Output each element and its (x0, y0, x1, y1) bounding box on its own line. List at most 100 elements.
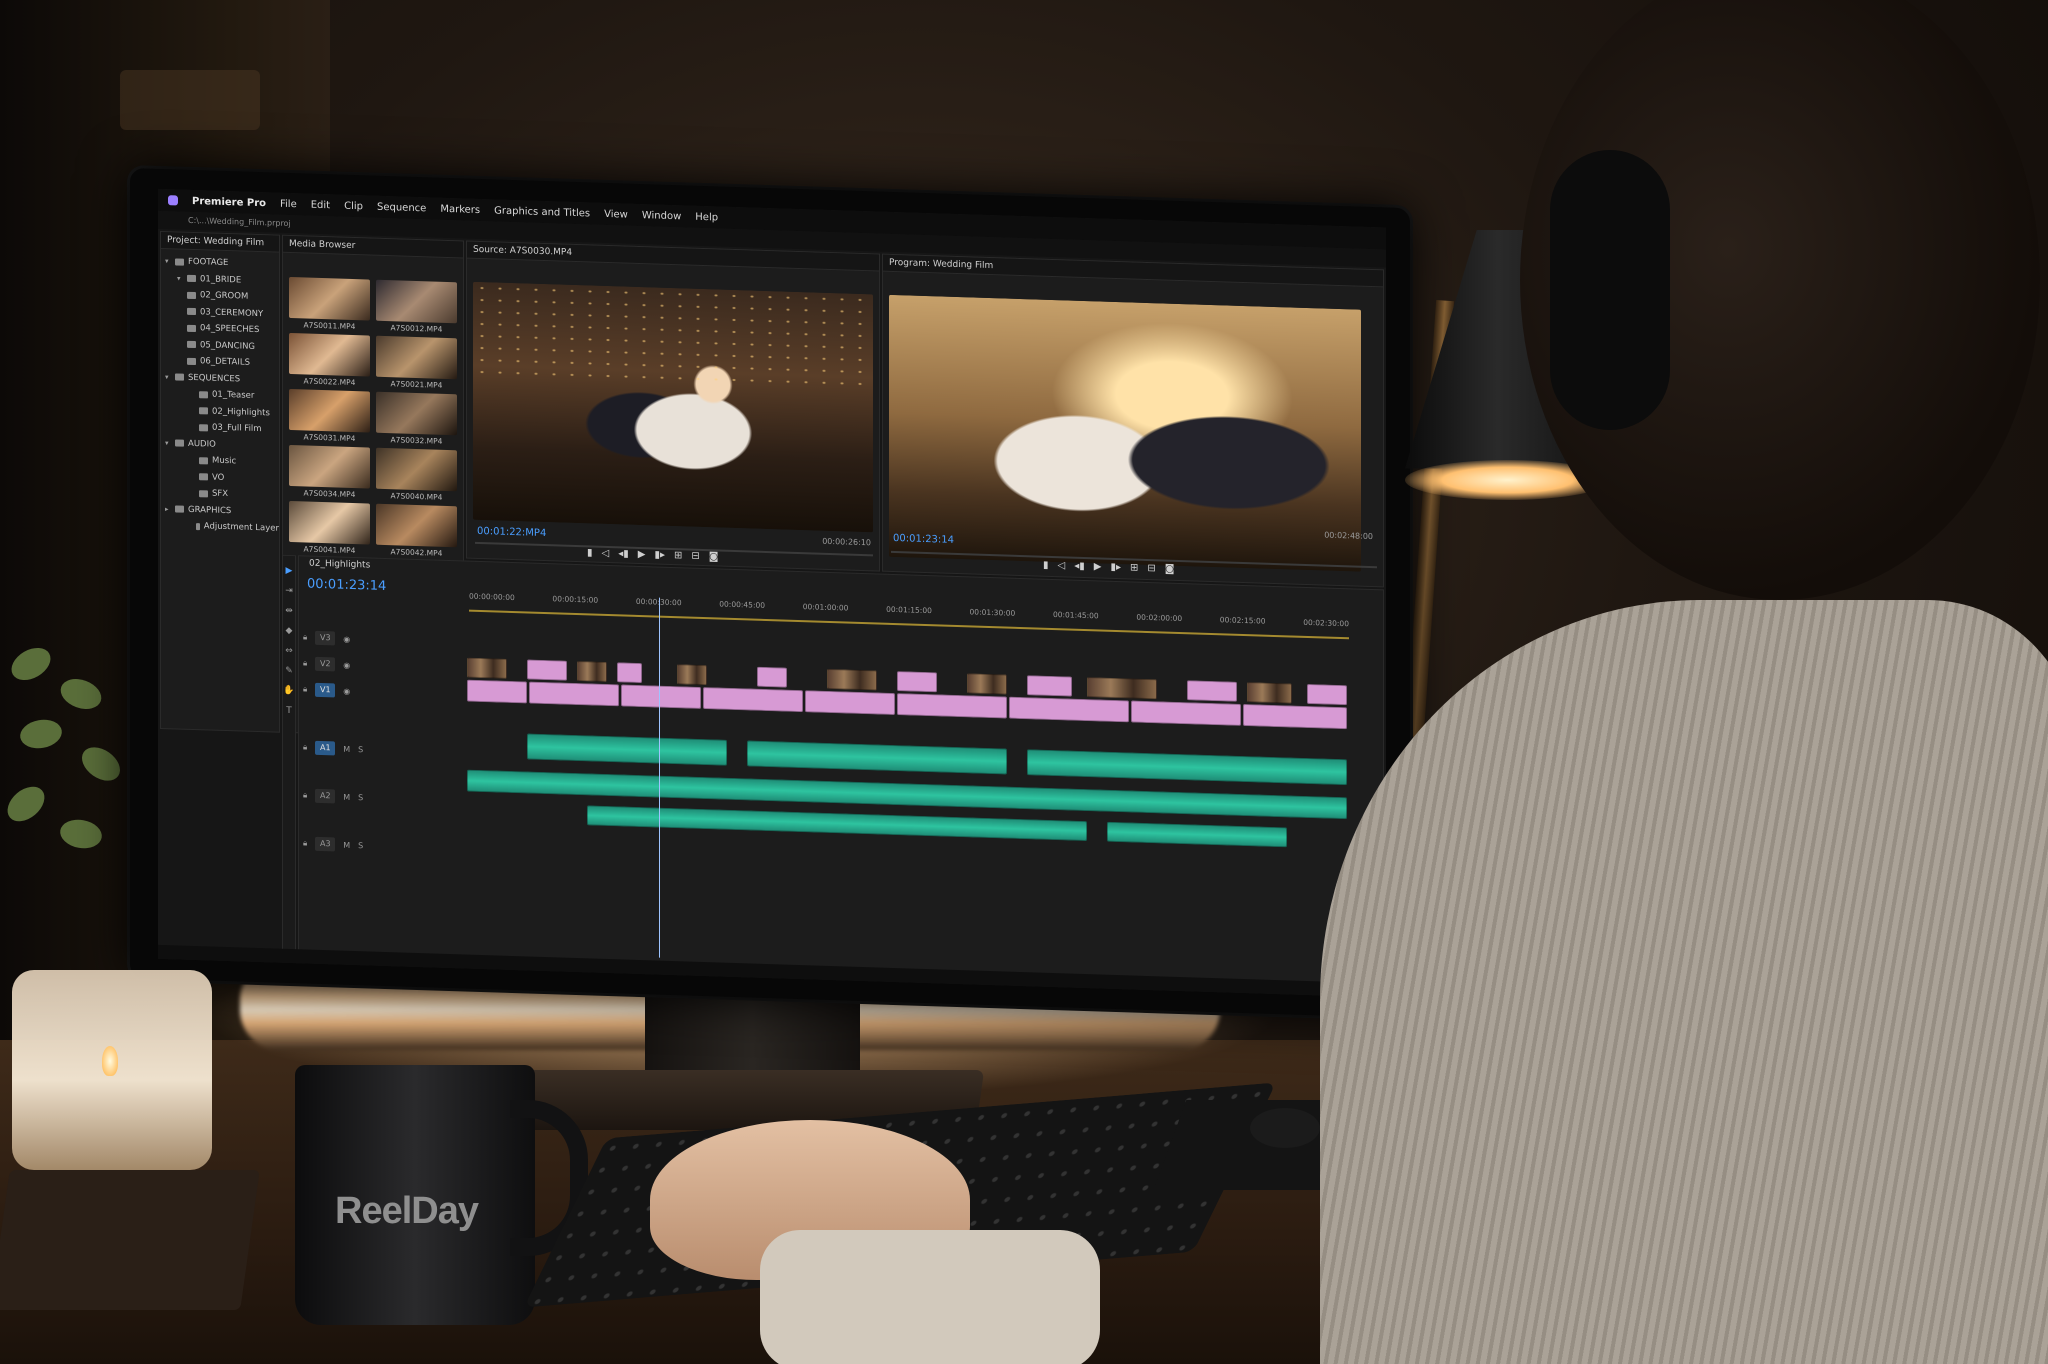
media-thumbnail[interactable]: A7S0011.MP4 (289, 276, 370, 332)
track-header[interactable]: 🔒︎ V3 ◉ (303, 626, 463, 653)
video-clip[interactable] (805, 690, 895, 716)
ripple-edit-tool-icon[interactable]: ⇹ (283, 606, 295, 616)
audio-clip[interactable] (527, 733, 727, 766)
sequence-tab[interactable]: 02_Highlights (309, 559, 370, 571)
type-tool-icon[interactable]: T (283, 706, 295, 716)
lock-icon[interactable]: 🔒︎ (303, 632, 307, 642)
step-back-icon[interactable]: ◂▮ (618, 548, 629, 559)
video-clip[interactable] (467, 657, 507, 679)
video-clip[interactable] (529, 681, 619, 707)
mute-icon[interactable]: M (343, 792, 350, 801)
menu-file[interactable]: File (280, 198, 297, 210)
audio-clip[interactable] (1107, 821, 1287, 848)
media-thumbnail[interactable]: A7S0034.MP4 (289, 444, 370, 500)
track-label[interactable]: V2 (315, 656, 336, 672)
overwrite-icon[interactable]: ⊟ (691, 551, 699, 562)
video-clip[interactable] (1247, 682, 1292, 704)
track-select-tool-icon[interactable]: ⇥ (283, 586, 295, 596)
track-label[interactable]: A3 (315, 836, 336, 852)
project-bin-item[interactable]: ▾ 01_BRIDE (165, 270, 279, 290)
video-clip[interactable] (827, 668, 877, 691)
mark-in-icon[interactable]: ▮ (1043, 560, 1049, 571)
menu-edit[interactable]: Edit (311, 199, 330, 211)
lock-icon[interactable]: 🔒︎ (303, 742, 307, 752)
video-clip[interactable] (467, 679, 527, 704)
menu-markers[interactable]: Markers (440, 203, 480, 215)
track-header[interactable]: 🔒︎ A3 M S (303, 832, 463, 859)
solo-icon[interactable]: S (358, 793, 363, 802)
play-icon[interactable]: ▶ (638, 549, 646, 560)
disclosure-triangle-icon[interactable]: ▾ (165, 435, 171, 452)
video-clip[interactable] (757, 666, 787, 688)
mute-icon[interactable]: M (343, 744, 350, 753)
camera-icon[interactable]: ◙ (1165, 564, 1175, 575)
audio-clip[interactable] (587, 805, 1087, 842)
media-thumbnail[interactable]: A7S0022.MP4 (289, 332, 370, 388)
selection-tool-icon[interactable]: ▶ (283, 566, 295, 576)
pen-tool-icon[interactable]: ✎ (283, 666, 295, 676)
track-header[interactable]: 🔒︎ V1 ◉ (303, 678, 463, 705)
menu-graphics[interactable]: Graphics and Titles (494, 205, 590, 219)
solo-icon[interactable]: S (358, 745, 363, 754)
media-thumbnail[interactable]: A7S0042.MP4 (376, 503, 457, 559)
menu-help[interactable]: Help (695, 211, 718, 223)
step-forward-icon[interactable]: ▮▸ (1110, 562, 1121, 573)
track-label[interactable]: V1 (315, 682, 336, 698)
media-thumbnail[interactable]: A7S0040.MP4 (376, 447, 457, 503)
mark-in-icon[interactable]: ▮ (587, 547, 593, 558)
insert-icon[interactable]: ⊞ (674, 550, 682, 561)
step-back-icon[interactable]: ◂▮ (1074, 561, 1085, 572)
audio-clip[interactable] (747, 740, 1007, 775)
step-forward-icon[interactable]: ▮▸ (654, 549, 665, 560)
menu-window[interactable]: Window (642, 210, 681, 222)
source-video-frame[interactable] (473, 281, 873, 533)
eye-icon[interactable]: ◉ (343, 634, 350, 643)
menu-sequence[interactable]: Sequence (377, 201, 426, 214)
disclosure-triangle-icon[interactable]: ▾ (177, 270, 183, 287)
source-timecode[interactable]: 00:01:22:MP4 (477, 526, 546, 539)
camera-icon[interactable]: ◙ (709, 551, 719, 562)
menu-view[interactable]: View (604, 208, 628, 220)
playhead[interactable] (659, 597, 660, 958)
video-clip[interactable] (621, 684, 701, 709)
track-label[interactable]: A1 (315, 740, 336, 756)
track-header[interactable]: 🔒︎ A2 M S (303, 784, 463, 811)
mark-out-icon[interactable]: ◁ (602, 548, 610, 559)
disclosure-triangle-icon[interactable]: ▾ (165, 253, 171, 270)
video-clip[interactable] (1027, 675, 1072, 697)
video-clip[interactable] (1187, 680, 1237, 702)
solo-icon[interactable]: S (358, 841, 363, 850)
media-thumbnail[interactable]: A7S0041.MP4 (289, 500, 370, 556)
eye-icon[interactable]: ◉ (343, 686, 350, 695)
media-thumbnail[interactable]: A7S0032.MP4 (376, 391, 457, 447)
program-video-frame[interactable] (889, 294, 1361, 572)
razor-tool-icon[interactable]: ◆ (283, 626, 295, 636)
video-clip[interactable] (703, 687, 803, 713)
video-clip[interactable] (1009, 696, 1129, 723)
mute-icon[interactable]: M (343, 840, 350, 849)
program-timecode[interactable]: 00:01:23:14 (893, 533, 954, 546)
eye-icon[interactable]: ◉ (343, 660, 350, 669)
video-clip[interactable] (577, 661, 607, 682)
video-clip[interactable] (897, 693, 1007, 719)
lock-icon[interactable]: 🔒︎ (303, 790, 307, 800)
menu-clip[interactable]: Clip (344, 200, 363, 212)
slip-tool-icon[interactable]: ⇔ (283, 646, 295, 656)
lock-icon[interactable]: 🔒︎ (303, 658, 307, 668)
video-clip[interactable] (1131, 700, 1241, 726)
track-header[interactable]: 🔒︎ V2 ◉ (303, 652, 463, 679)
track-label[interactable]: V3 (315, 630, 336, 646)
lift-icon[interactable]: ⊞ (1130, 562, 1138, 573)
video-clip[interactable] (897, 671, 937, 693)
video-clip[interactable] (527, 659, 567, 681)
video-clip[interactable] (967, 673, 1007, 695)
project-bin-item[interactable]: Adjustment Layer (165, 517, 279, 537)
video-clip[interactable] (1087, 677, 1157, 700)
video-clip[interactable] (617, 662, 642, 684)
lock-icon[interactable]: 🔒︎ (303, 838, 307, 848)
disclosure-triangle-icon[interactable]: ▸ (165, 501, 171, 518)
timeline-timecode[interactable]: 00:01:23:14 (307, 577, 386, 594)
play-icon[interactable]: ▶ (1094, 561, 1102, 572)
hand-tool-icon[interactable]: ✋ (283, 686, 295, 696)
extract-icon[interactable]: ⊟ (1147, 563, 1155, 574)
